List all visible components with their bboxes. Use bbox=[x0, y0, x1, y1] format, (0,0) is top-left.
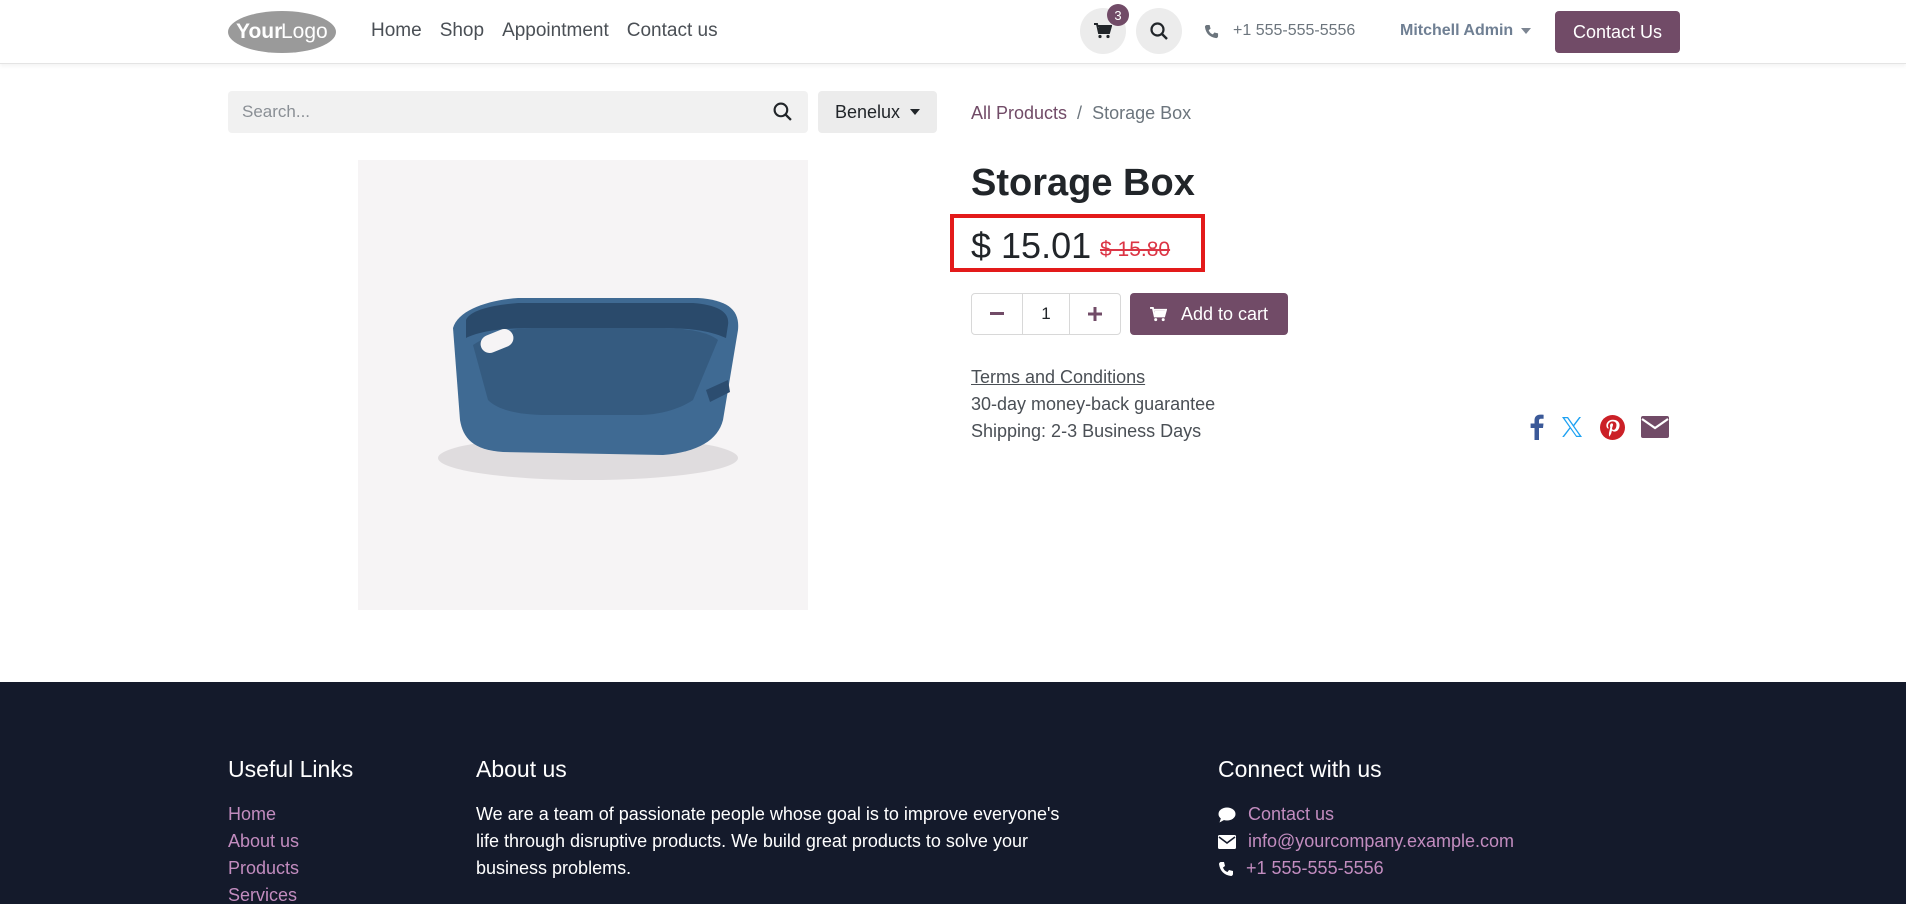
search-icon bbox=[1150, 22, 1168, 40]
guarantee-text: 30-day money-back guarantee bbox=[971, 394, 1216, 414]
footer-email: info@yourcompany.example.com bbox=[1248, 831, 1515, 851]
user-name: Mitchell Admin bbox=[1400, 22, 1514, 39]
product-old-price: $ 15.80 bbox=[1100, 238, 1171, 261]
chevron-down-icon bbox=[910, 109, 921, 115]
contact-us-button[interactable]: Contact Us bbox=[1555, 11, 1680, 53]
footer-connect: Connect with us Contact us info@yourcomp… bbox=[1218, 756, 1514, 882]
main-nav: Home Shop Appointment Contact us bbox=[371, 20, 718, 42]
add-to-cart-label: Add to cart bbox=[1180, 303, 1269, 324]
pinterest-icon[interactable] bbox=[1600, 414, 1625, 440]
chevron-down-icon bbox=[1521, 28, 1532, 34]
quantity-input[interactable]: 1 bbox=[1022, 294, 1070, 334]
svg-text:Logo: Logo bbox=[281, 20, 328, 43]
footer-connect-title: Connect with us bbox=[1218, 756, 1382, 782]
decrease-quantity-button[interactable] bbox=[972, 294, 1022, 334]
footer-phone-link[interactable]: +1 555-555-5556 bbox=[1218, 855, 1514, 882]
header-phone[interactable]: +1 555-555-5556 bbox=[1204, 22, 1355, 40]
add-to-cart-button[interactable]: Add to cart bbox=[1130, 293, 1288, 335]
footer-about-title: About us bbox=[476, 756, 567, 782]
plus-icon bbox=[1088, 307, 1102, 321]
minus-icon bbox=[990, 312, 1004, 315]
footer-email-link[interactable]: info@yourcompany.example.com bbox=[1218, 828, 1514, 855]
site-header: Your Logo Home Shop Appointment Contact … bbox=[0, 0, 1906, 64]
increase-quantity-button[interactable] bbox=[1070, 294, 1120, 334]
footer-contact-link[interactable]: Contact us bbox=[1218, 801, 1514, 828]
email-icon[interactable] bbox=[1641, 416, 1669, 438]
search-icon[interactable] bbox=[773, 102, 792, 121]
site-footer: Useful Links Home About us Products Serv… bbox=[0, 682, 1906, 904]
product-info: Terms and Conditions 30-day money-back g… bbox=[971, 364, 1215, 445]
nav-shop[interactable]: Shop bbox=[440, 20, 484, 42]
product-search[interactable]: Search... bbox=[228, 91, 808, 133]
footer-useful-links-title: Useful Links bbox=[228, 756, 354, 782]
breadcrumb-all-products[interactable]: All Products bbox=[971, 103, 1067, 124]
user-menu[interactable]: Mitchell Admin bbox=[1400, 22, 1532, 40]
footer-useful-links: Useful Links Home About us Products Serv… bbox=[228, 756, 353, 904]
share-buttons bbox=[1530, 414, 1669, 440]
facebook-icon[interactable] bbox=[1530, 414, 1544, 440]
footer-contact-label: Contact us bbox=[1248, 804, 1335, 824]
terms-link[interactable]: Terms and Conditions bbox=[971, 364, 1215, 391]
breadcrumb-current: Storage Box bbox=[1092, 103, 1192, 123]
pricelist-value: Benelux bbox=[834, 101, 901, 122]
chat-icon bbox=[1218, 807, 1236, 822]
footer-link-home[interactable]: Home bbox=[228, 801, 353, 828]
envelope-icon bbox=[1218, 834, 1236, 849]
x-icon[interactable] bbox=[1560, 415, 1584, 439]
product-title: Storage Box bbox=[971, 162, 1195, 204]
company-logo[interactable]: Your Logo bbox=[228, 10, 336, 54]
cart-icon bbox=[1150, 306, 1167, 321]
search-input[interactable]: Search... bbox=[242, 102, 310, 122]
pricelist-dropdown[interactable]: Benelux bbox=[818, 91, 937, 133]
header-search-button[interactable] bbox=[1136, 8, 1182, 54]
product-price: $ 15.01 bbox=[971, 225, 1092, 266]
footer-about-text: We are a team of passionate people whose… bbox=[476, 804, 1060, 878]
nav-contact-us[interactable]: Contact us bbox=[627, 20, 718, 42]
phone-icon bbox=[1219, 861, 1233, 876]
footer-link-products[interactable]: Products bbox=[228, 855, 353, 882]
svg-text:Your: Your bbox=[236, 20, 282, 43]
quantity-stepper: 1 bbox=[971, 293, 1121, 335]
header-phone-number: +1 555-555-5556 bbox=[1233, 22, 1356, 39]
footer-link-services[interactable]: Services bbox=[228, 882, 353, 904]
breadcrumb: All Products / Storage Box bbox=[971, 103, 1191, 124]
footer-about: About us We are a team of passionate peo… bbox=[476, 756, 1066, 882]
phone-icon bbox=[1204, 24, 1219, 38]
footer-link-about-us[interactable]: About us bbox=[228, 828, 353, 855]
storage-box-image bbox=[438, 298, 739, 480]
cart-icon bbox=[1094, 23, 1112, 39]
nav-appointment[interactable]: Appointment bbox=[502, 20, 609, 42]
shipping-text: Shipping: 2-3 Business Days bbox=[971, 421, 1202, 441]
cart-count-badge: 3 bbox=[1107, 4, 1129, 26]
product-image[interactable] bbox=[358, 160, 808, 610]
nav-home[interactable]: Home bbox=[371, 20, 422, 42]
breadcrumb-separator: / bbox=[1077, 103, 1083, 123]
footer-phone: +1 555-555-5556 bbox=[1246, 858, 1384, 878]
